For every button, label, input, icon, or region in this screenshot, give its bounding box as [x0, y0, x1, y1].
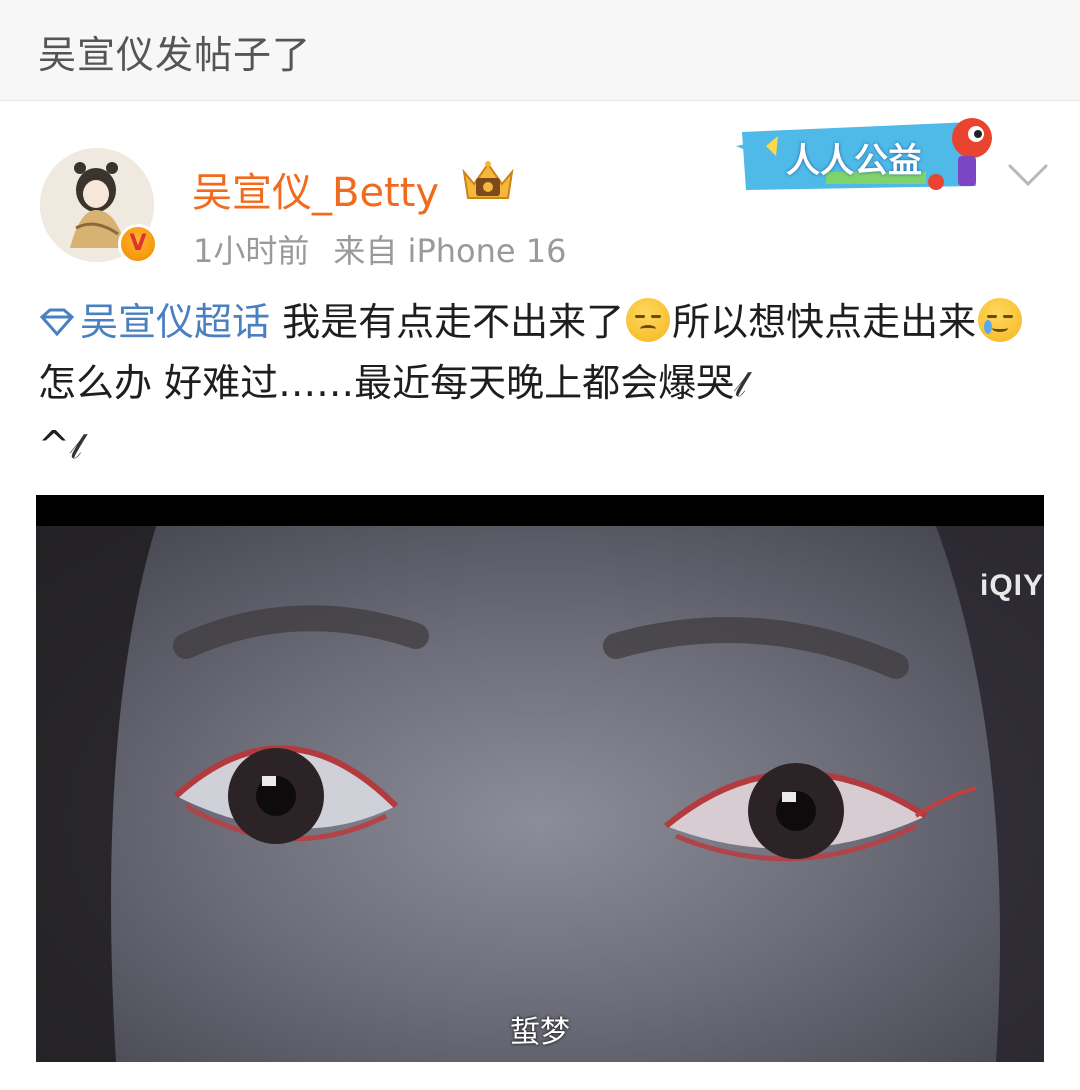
eyes-illustration [36, 526, 1044, 1062]
video-subtitle: 蜇梦 [510, 1015, 570, 1050]
video-watermark: iQIY [979, 569, 1044, 602]
post-text-3: 怎么办 好难过……最近每天晚上都会爆哭 [38, 361, 735, 405]
topic-label: 吴宣仪超话 [80, 300, 271, 344]
drop-mark-icon: 𝓁 [69, 426, 82, 467]
page-header: 吴宣仪发帖子了 [0, 0, 1080, 101]
charity-banner-label: 人人公益 [786, 141, 922, 181]
page-title: 吴宣仪发帖子了 [38, 33, 312, 77]
drop-mark-icon: 𝓁 [734, 364, 747, 405]
verified-badge-label: V [129, 231, 147, 256]
verified-badge-icon: V [118, 224, 158, 264]
post-text-1: 我是有点走不出来了 [270, 300, 625, 344]
post-time: 1小时前 [193, 232, 310, 270]
post-image[interactable]: iQIY 蜇梦 [36, 495, 1044, 1062]
post-text-4: ^ [38, 423, 70, 467]
chevron-down-icon[interactable] [1006, 160, 1050, 190]
diamond-icon [39, 308, 75, 337]
post-body: 吴宣仪超话 我是有点走不出来了 所以想快点走出来怎么办 好难过……最近每天晚上都会… [38, 292, 1048, 477]
pensive-emoji-icon [626, 298, 671, 342]
crying-smile-emoji-icon [978, 298, 1023, 342]
post-source: 来自 iPhone 16 [333, 232, 567, 270]
topic-link[interactable]: 吴宣仪超话 [38, 300, 270, 344]
post-meta: 1小时前 来自 iPhone 16 [193, 226, 566, 272]
crown-icon [462, 161, 514, 199]
post-text-2: 所以想快点走出来 [672, 300, 977, 344]
post-username[interactable]: 吴宣仪_Betty [192, 160, 439, 218]
